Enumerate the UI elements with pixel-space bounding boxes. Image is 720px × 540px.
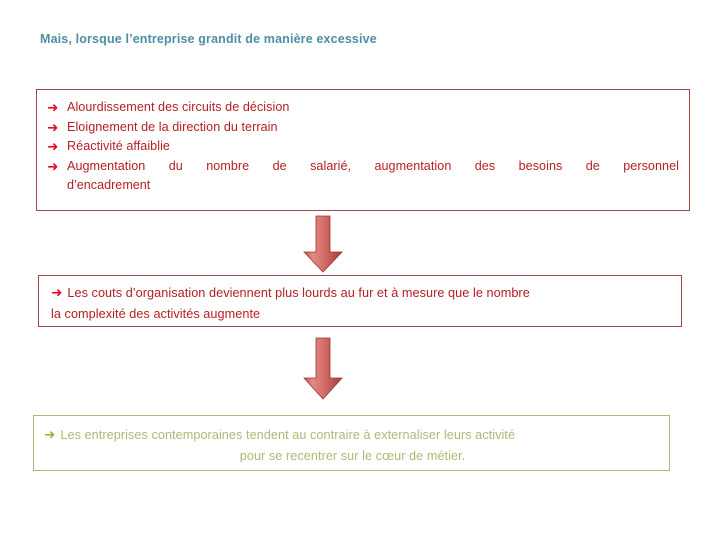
- list-item-label: Eloignement de la direction du terrain: [67, 119, 278, 134]
- list-item: ➜ Eloignement de la direction du terrain: [47, 118, 679, 138]
- conclusion-text-2: pour se recentrer sur le cœur de métier.: [239, 449, 466, 463]
- list-item-label: Alourdissement des circuits de décision: [67, 100, 290, 114]
- slide-canvas: Mais, lorsque l’entreprise grandit de ma…: [0, 0, 720, 540]
- conclusion-line-2: pour se recentrer sur le cœur de métier.: [44, 446, 661, 467]
- conclusion-line-1: ➜ Les entreprises contemporaines tendent …: [44, 424, 661, 446]
- page-title: Mais, lorsque l’entreprise grandit de ma…: [40, 32, 377, 46]
- consequences-box: ➜ Alourdissement des circuits de décisio…: [36, 89, 690, 211]
- arrow-bullet-icon: ➜: [44, 427, 56, 442]
- statement-text-2: la complexité des activités augmente: [51, 307, 261, 321]
- statement-line-1: ➜ Les couts d’organisation deviennent plu…: [51, 282, 671, 304]
- organisation-cost-box: ➜ Les couts d’organisation deviennent plu…: [38, 275, 682, 327]
- list-item-label: Augmentation du nombre de salarié, augme…: [67, 158, 679, 173]
- list-item: ➜ Augmentation du nombre de salarié, aug…: [47, 157, 679, 177]
- list-item: ➜ Alourdissement des circuits de décisio…: [47, 98, 679, 118]
- statement-line-2: la complexité des activités augmente: [51, 304, 671, 325]
- statement-text-1: Les couts d’organisation deviennent plus…: [67, 286, 530, 300]
- arrow-bullet-icon: ➜: [51, 285, 63, 300]
- list-item: ➜ Réactivité affaiblie: [47, 137, 679, 157]
- conclusion-text-1: Les entreprises contemporaines tendent a…: [60, 428, 516, 442]
- arrow-bullet-icon: ➜: [47, 158, 59, 174]
- list-item-continuation: d’encadrement: [67, 178, 151, 192]
- list-item-label: Réactivité affaiblie: [67, 139, 170, 153]
- externalisation-box: ➜ Les entreprises contemporaines tendent …: [33, 415, 670, 471]
- arrow-bullet-icon: ➜: [47, 139, 59, 154]
- arrow-bullet-icon: ➜: [47, 119, 59, 135]
- arrow-bullet-icon: ➜: [47, 100, 59, 115]
- down-arrow-icon: [300, 215, 346, 273]
- down-arrow-icon: [300, 337, 346, 400]
